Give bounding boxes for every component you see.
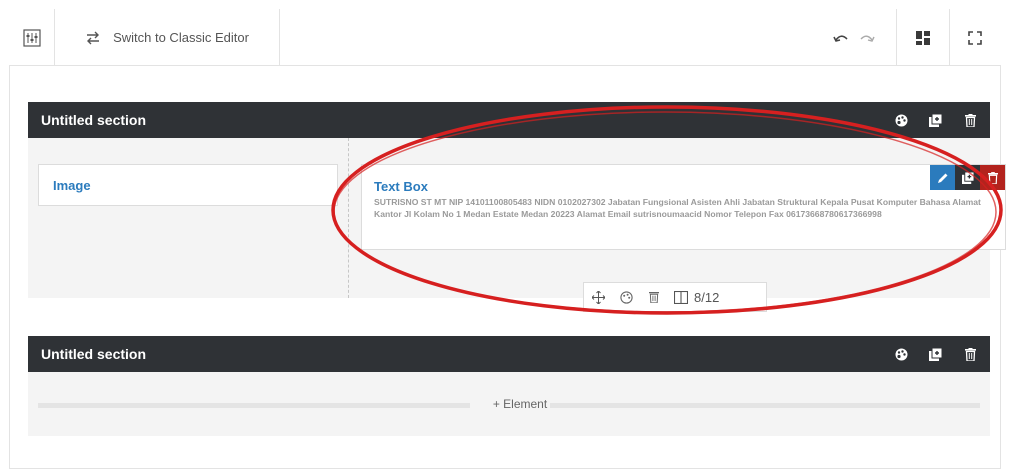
section-title: Untitled section	[41, 346, 147, 362]
toolbar-divider	[279, 9, 280, 66]
editor-toolbar: Switch to Classic Editor	[9, 9, 1001, 66]
switch-classic-editor-label: Switch to Classic Editor	[113, 30, 249, 45]
add-element-line	[550, 403, 980, 408]
annotation-ellipse	[331, 105, 1003, 315]
section-title: Untitled section	[41, 112, 147, 128]
section-duplicate-button[interactable]	[926, 345, 944, 363]
image-element[interactable]: Image	[38, 164, 338, 206]
layout-icon	[916, 30, 930, 45]
palette-icon	[895, 348, 908, 361]
add-element-button[interactable]: + Element	[480, 397, 560, 411]
redo-button[interactable]	[855, 9, 879, 66]
layout-button[interactable]	[897, 9, 949, 66]
duplicate-icon	[928, 347, 942, 361]
element-title: Image	[53, 178, 91, 193]
switch-classic-editor-button[interactable]: Switch to Classic Editor	[55, 9, 279, 66]
fullscreen-button[interactable]	[950, 9, 1000, 66]
redo-icon	[859, 32, 875, 44]
undo-button[interactable]	[829, 9, 853, 66]
undo-icon	[833, 32, 849, 44]
page-settings-button[interactable]	[9, 9, 54, 66]
section-style-button[interactable]	[892, 345, 910, 363]
trash-icon	[964, 347, 976, 361]
switch-icon	[85, 30, 101, 46]
add-element-row[interactable]: + Element	[38, 397, 980, 411]
page-settings-icon	[22, 28, 41, 47]
fullscreen-icon	[968, 30, 982, 45]
section-delete-button[interactable]	[961, 345, 979, 363]
section-body: + Element	[28, 372, 990, 436]
add-element-line	[38, 403, 470, 408]
section-header[interactable]: Untitled section	[28, 336, 990, 372]
